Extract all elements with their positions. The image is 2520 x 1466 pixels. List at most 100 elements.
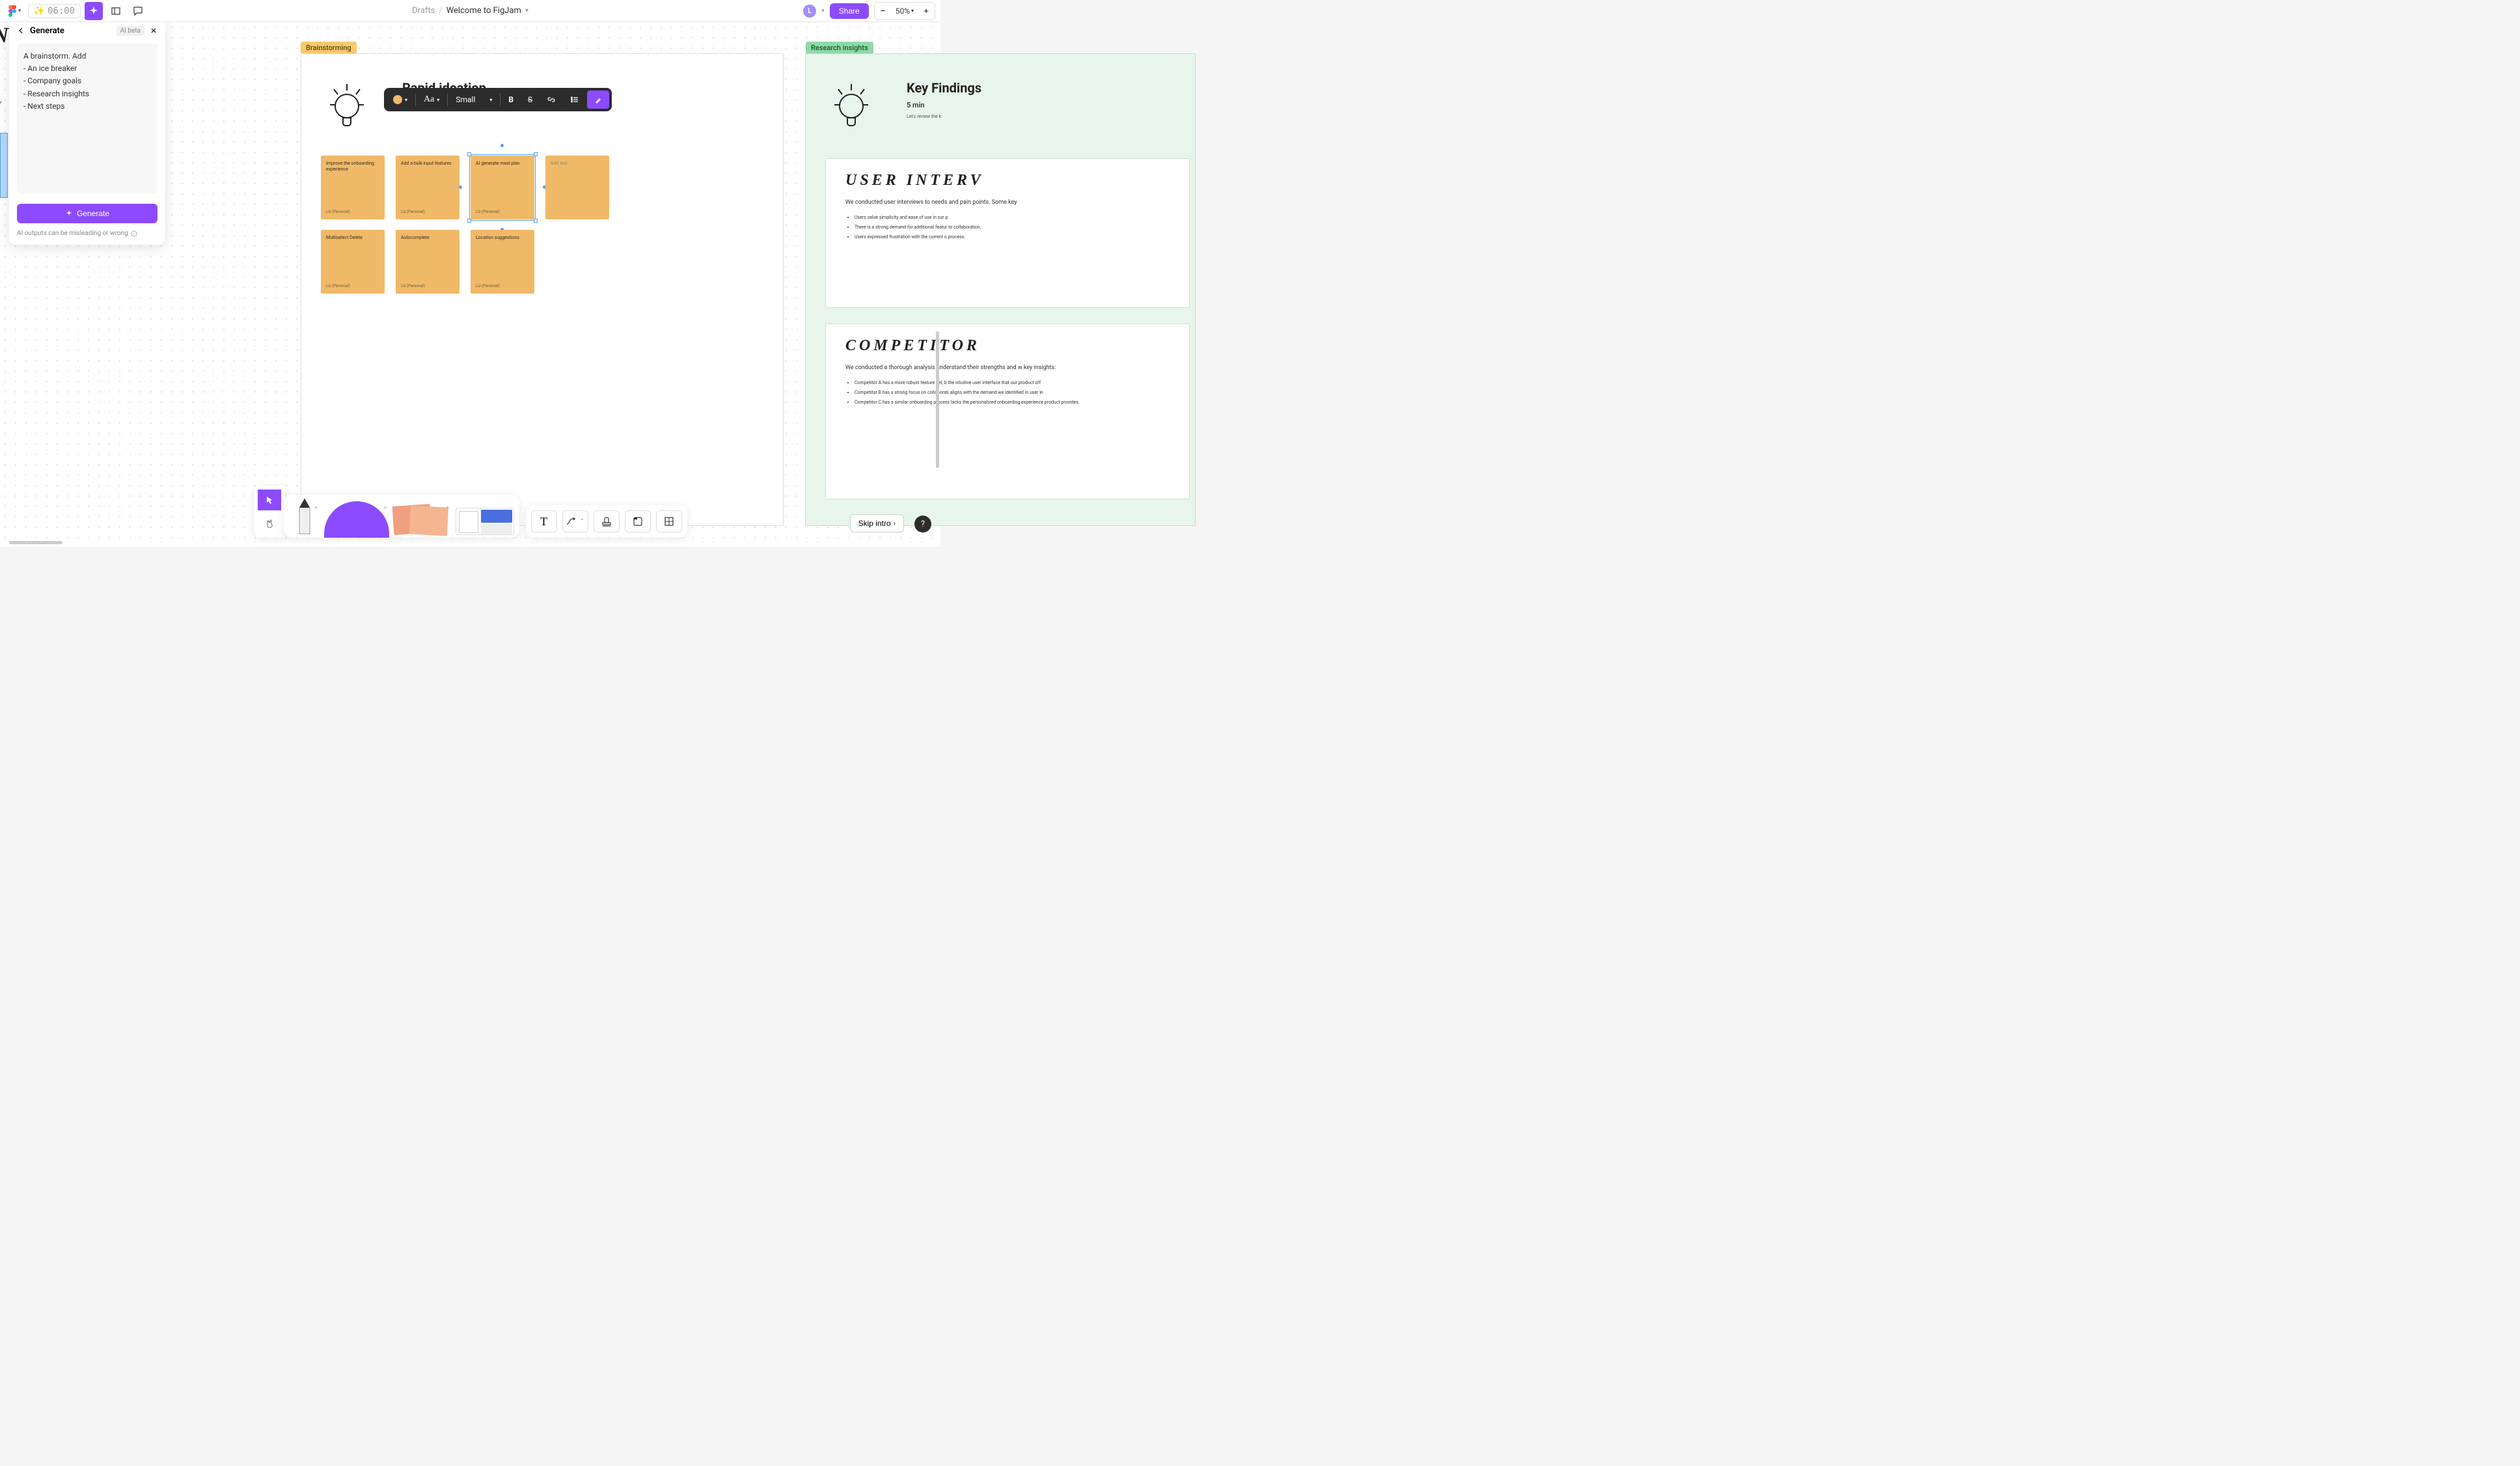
breadcrumb: Drafts / Welcome to FigJam ▾ [412,6,528,16]
sticky-note[interactable]: AutocompleteLiz (Personal) [396,230,459,294]
research-frame-label[interactable]: Research insights [806,42,873,54]
connector-tool[interactable]: ⌃ [562,510,588,532]
user-interview-card[interactable]: USER INTERV We conducted user interviews… [825,158,1190,308]
selection-handle[interactable] [467,152,471,156]
chevron-down-icon[interactable]: ▾ [821,8,825,14]
connector-dot[interactable] [459,186,462,189]
sticky-text: Add text [551,161,604,214]
chevron-down-icon[interactable]: ▾ [525,7,528,14]
sticky-note[interactable]: Add a bulk input featuresLiz (Personal) [396,156,459,219]
sticky-text: Autocomplete [401,235,454,284]
card-paragraph: We conducted user interviews to needs an… [845,199,1170,208]
side-tools-group: T ⌃ [526,505,687,538]
selection-handle[interactable] [534,152,538,156]
sticky-note-selected[interactable]: AI generate meal plan Liz (Personal) [471,156,534,219]
close-button[interactable] [150,25,158,37]
brainstorm-frame[interactable]: Rapid ideation 6 min Improve the onboard… [301,53,784,526]
section-tool[interactable] [625,510,651,532]
research-title: Key Findings [907,80,981,96]
list-button[interactable] [564,90,586,109]
chevron-down-icon: ▾ [489,97,492,103]
research-time: 5 min [907,101,925,109]
card-bullets: Competitor A has a more robust feature s… [845,380,1170,407]
figma-menu-button[interactable]: ▾ [5,3,24,20]
card-heading: USER INTERV [845,172,1170,189]
strikethrough-button[interactable]: S [521,90,539,109]
sticky-text: Add a bulk input features [401,161,454,210]
highlight-button[interactable] [587,90,609,109]
share-button[interactable]: Share [830,3,869,19]
comment-button[interactable] [129,2,147,20]
generate-button-label: Generate [77,209,109,218]
sticky-tool-slot[interactable]: ⌃ [393,495,452,538]
chevron-up-icon[interactable]: ⌃ [383,506,388,513]
competitor-card[interactable]: COMPETITOR We conducted a thorough analy… [825,324,1190,499]
breadcrumb-drafts[interactable]: Drafts [412,6,435,16]
color-picker-button[interactable]: ▾ [387,90,414,109]
circle-shape-icon [324,501,389,538]
bullet: Users expressed frustration with the cur… [855,234,1170,241]
connector-dot[interactable] [500,144,504,147]
chevron-down-icon: ▾ [911,8,914,14]
timer-value: 06:00 [48,6,75,16]
text-format-toolbar: ▾ Aa▾ Small▾ B S [384,88,612,111]
disclaimer-text: AI outputs can be misleading or wrong [17,230,128,237]
ai-beta-badge: AI beta [116,26,144,36]
sparkle-icon [65,210,73,217]
chevron-up-icon[interactable]: ⌃ [314,506,319,513]
prompt-textarea[interactable] [17,44,158,193]
select-tool[interactable] [258,490,281,510]
shape-tool-slot[interactable]: ⌃ [324,495,389,538]
zoom-out-button[interactable]: − [875,3,892,20]
panel-toggle-button[interactable] [107,2,125,20]
font-style-button[interactable]: Aa▾ [417,90,446,109]
selection-handle[interactable] [534,219,538,223]
selection-handle[interactable] [467,219,471,223]
back-button[interactable] [17,25,25,37]
chevron-up-icon[interactable]: ⌃ [445,506,450,513]
chevron-down-icon: ▾ [18,8,21,14]
breadcrumb-title[interactable]: Welcome to FigJam [446,6,521,16]
ai-generate-button[interactable] [85,2,103,20]
font-size-dropdown[interactable]: Small▾ [449,90,499,109]
zoom-level[interactable]: 50%▾ [892,7,918,16]
stamp-tool[interactable] [594,510,620,532]
zoom-in-button[interactable]: + [918,3,935,20]
chevron-up-icon[interactable]: ⌃ [580,518,585,525]
bold-button[interactable]: B [502,90,520,109]
vertical-scrollbar-thumb[interactable] [936,331,939,468]
breadcrumb-separator: / [439,6,442,16]
widget-tool-slot[interactable] [456,495,514,538]
sticky-author: Liz (Personal) [401,210,454,214]
sticky-note[interactable]: Improve the onboarding experienceLiz (Pe… [321,156,385,219]
timer-pill[interactable]: ✨ 06:00 [28,4,81,18]
bullet: There is a strong demand for additional … [855,224,1170,231]
sticky-note[interactable]: Location suggestionsLiz (Personal) [471,230,534,294]
sticky-note-placeholder[interactable]: Add text [545,156,609,219]
table-tool[interactable] [656,510,682,532]
connector-icon [566,516,579,527]
cursor-tool-group [254,486,285,538]
bullet: Competitor B has a strong focus on colla… [855,389,1170,396]
chevron-left-icon [17,27,25,35]
left-peek-2: hav [0,99,2,105]
sticky-author: Liz (Personal) [476,210,529,214]
zoom-controls: − 50%▾ + [874,2,935,20]
link-icon [547,95,556,104]
pencil-tool-slot[interactable]: ⌃ [289,495,320,538]
skip-intro-button[interactable]: Skip intro› [850,514,904,532]
blue-sticky-peek[interactable] [0,133,8,198]
help-button[interactable]: ? [914,516,931,532]
horizontal-scrollbar-thumb[interactable] [9,541,62,544]
sticky-note[interactable]: Multiselect DeleteLiz (Personal) [321,230,385,294]
card-heading: COMPETITOR [845,337,1170,355]
text-tool[interactable]: T [531,510,557,532]
info-icon[interactable]: i [131,230,137,237]
user-avatar[interactable]: L [803,5,816,18]
generate-panel: Generate AI beta Generate AI outputs can… [9,17,165,245]
research-frame[interactable]: Key Findings 5 min Let's review the k US… [805,53,1196,526]
generate-button[interactable]: Generate [17,204,158,223]
hand-tool[interactable] [258,513,281,534]
link-button[interactable] [540,90,562,109]
brainstorm-frame-label[interactable]: Brainstorming [301,42,357,54]
